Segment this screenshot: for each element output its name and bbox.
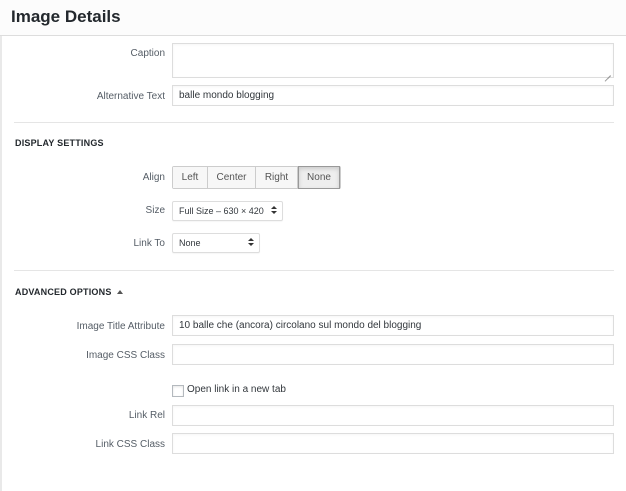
- image-details-modal: Image Details Caption Alternative Text b…: [0, 0, 626, 491]
- link-rel-input[interactable]: [172, 405, 614, 426]
- triangle-up-icon: [116, 290, 123, 294]
- align-none-button[interactable]: None: [298, 166, 340, 189]
- align-label: Align: [142, 172, 165, 183]
- link-rel-label: Link Rel: [128, 410, 165, 421]
- modal-title: Image Details: [11, 7, 121, 26]
- link-to-select[interactable]: None: [172, 233, 260, 253]
- section-divider: [14, 270, 614, 271]
- alt-text-label: Alternative Text: [96, 91, 165, 102]
- align-left-button[interactable]: Left: [173, 167, 208, 188]
- advanced-options-heading: ADVANCED OPTIONS: [15, 287, 112, 297]
- size-label: Size: [145, 205, 165, 216]
- select-arrows-icon: [271, 206, 277, 216]
- advanced-options-toggle[interactable]: ADVANCED OPTIONS: [15, 287, 123, 297]
- image-title-attribute-input[interactable]: 10 balle che (ancora) circolano sul mond…: [172, 315, 614, 336]
- open-new-tab-label[interactable]: Open link in a new tab: [187, 384, 286, 395]
- display-settings-heading: DISPLAY SETTINGS: [15, 138, 104, 148]
- align-right-button[interactable]: Right: [256, 167, 298, 188]
- modal-header: Image Details: [0, 0, 626, 36]
- link-css-class-input[interactable]: [172, 433, 614, 454]
- image-css-class-label: Image CSS Class: [86, 350, 165, 361]
- caption-textarea[interactable]: [172, 43, 614, 78]
- link-to-select-value: None: [179, 238, 201, 248]
- link-css-class-label: Link CSS Class: [95, 439, 165, 450]
- image-title-attribute-label: Image Title Attribute: [76, 321, 165, 332]
- align-button-group: Left Center Right None: [172, 166, 341, 189]
- open-new-tab-checkbox[interactable]: [172, 385, 184, 397]
- link-to-label: Link To: [133, 238, 165, 249]
- textarea-resize-handle[interactable]: [605, 70, 611, 76]
- alt-text-input[interactable]: balle mondo blogging: [172, 85, 614, 106]
- image-css-class-input[interactable]: [172, 344, 614, 365]
- align-center-button[interactable]: Center: [208, 167, 256, 188]
- section-divider: [14, 122, 614, 123]
- size-select[interactable]: Full Size – 630 × 420: [172, 201, 283, 221]
- select-arrows-icon: [248, 238, 254, 248]
- modal-content: Caption Alternative Text balle mondo blo…: [0, 36, 626, 491]
- size-select-value: Full Size – 630 × 420: [179, 206, 264, 216]
- caption-label: Caption: [130, 48, 165, 59]
